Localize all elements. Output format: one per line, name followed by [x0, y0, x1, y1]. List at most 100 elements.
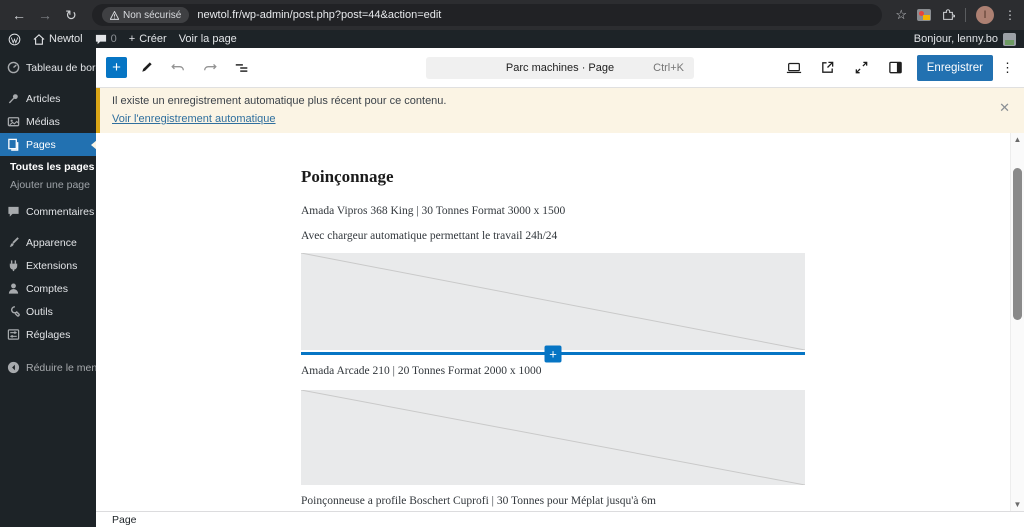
content-paragraph[interactable]: Avec chargeur automatique permettant le … [301, 230, 805, 243]
browser-toolbar: ← → ↻ Non sécurisé newtol.fr/wp-admin/po… [0, 0, 1024, 30]
submenu-item-all-pages[interactable]: Toutes les pages [0, 158, 96, 176]
sidebar-item-dashboard[interactable]: Tableau de bord [0, 56, 101, 79]
howdy-greeting[interactable]: Bonjour, lenny.bo [914, 33, 998, 45]
block-insertion-indicator: + [301, 345, 805, 362]
wp-logo[interactable] [8, 33, 21, 46]
divider [965, 8, 966, 22]
content-paragraph[interactable]: Amada Vipros 368 King | 30 Tonnes Format… [301, 205, 805, 218]
editor-header: + Parc machines · Page Ctrl+K Enregistre… [96, 48, 1024, 88]
home-icon [33, 33, 45, 45]
sidebar-item-label: Comptes [26, 282, 69, 295]
browser-reload-button[interactable]: ↻ [60, 4, 82, 26]
sidebar-item-comments[interactable]: Commentaires [0, 200, 96, 223]
tools-icon [7, 305, 20, 318]
view-post-external-icon[interactable] [815, 55, 841, 81]
brush-icon [7, 236, 20, 249]
redo-button[interactable] [197, 55, 223, 81]
sidebar-item-label: Apparence [26, 236, 77, 249]
site-link[interactable]: Newtol [33, 33, 83, 45]
content-paragraph[interactable]: Poinçonneuse a profile Boschert Cuprofi … [301, 495, 805, 508]
vertical-scrollbar[interactable]: ▲ ▼ [1010, 133, 1024, 511]
comment-bubble-icon [95, 34, 106, 44]
broken-image-placeholder[interactable] [301, 253, 805, 350]
user-avatar[interactable] [1003, 32, 1016, 46]
wp-admin-sidebar: Tableau de bord Articles Médias Pages To… [0, 48, 103, 527]
browser-back-button[interactable]: ← [8, 4, 30, 26]
scrollbar-thumb[interactable] [1013, 168, 1022, 320]
sidebar-item-tools[interactable]: Outils [0, 300, 96, 323]
photos-extension-icon[interactable] [917, 9, 931, 21]
sidebar-item-label: Extensions [26, 259, 78, 272]
scroll-up-arrow[interactable]: ▲ [1014, 135, 1022, 144]
content-paragraph[interactable]: Amada Arcade 210 | 20 Tonnes Format 2000… [301, 365, 805, 378]
sidebar-item-settings[interactable]: Réglages [0, 323, 96, 346]
collapse-menu-button[interactable]: Réduire le menu [0, 356, 103, 379]
broken-image-diagonal [301, 390, 805, 485]
comments-count: 0 [110, 33, 117, 45]
edit-mode-pencil-icon[interactable] [133, 55, 159, 81]
sidebar-separator [0, 223, 96, 231]
sidebar-item-articles[interactable]: Articles [0, 87, 96, 110]
editor-footer: Page [96, 511, 1024, 527]
sidebar-item-appearance[interactable]: Apparence [0, 231, 96, 254]
options-menu-icon[interactable]: ⋮ [1001, 60, 1014, 76]
plus-icon: + [128, 33, 136, 45]
security-label: Non sécurisé [123, 9, 182, 21]
plugin-icon [7, 259, 20, 272]
sidebar-item-label: Commentaires [26, 205, 95, 218]
bookmark-star-icon[interactable]: ☆ [895, 7, 907, 23]
post-content: Poinçonnage Amada Vipros 368 King | 30 T… [301, 133, 805, 508]
pages-icon [7, 138, 20, 151]
browser-menu-icon[interactable]: ⋮ [1004, 8, 1016, 22]
settings-sidebar-toggle[interactable] [883, 55, 909, 81]
browser-profile-avatar[interactable]: l [976, 6, 994, 24]
address-bar[interactable]: Non sécurisé newtol.fr/wp-admin/post.php… [92, 4, 882, 26]
content-heading[interactable]: Poinçonnage [301, 167, 805, 187]
close-icon[interactable]: ✕ [999, 100, 1010, 116]
media-icon [7, 115, 20, 128]
sidebar-item-pages[interactable]: Pages [0, 133, 97, 156]
extensions-puzzle-icon[interactable] [941, 8, 955, 22]
breadcrumb[interactable]: Page [112, 514, 137, 526]
pushpin-icon [7, 92, 20, 105]
comments-icon [7, 205, 20, 218]
scroll-down-arrow[interactable]: ▼ [1014, 500, 1022, 509]
inline-inserter-button[interactable]: + [544, 345, 562, 362]
new-content-button[interactable]: + Créer [129, 33, 167, 45]
dashboard-icon [7, 61, 20, 74]
sidebar-item-accounts[interactable]: Comptes [0, 277, 96, 300]
fullscreen-button[interactable] [849, 55, 875, 81]
site-name: Newtol [49, 33, 83, 45]
broken-image-diagonal [301, 253, 805, 350]
sidebar-separator [0, 79, 96, 87]
security-badge[interactable]: Non sécurisé [102, 7, 190, 23]
view-page-link[interactable]: Voir la page [179, 33, 237, 45]
comments-shortcut[interactable]: 0 [95, 33, 117, 45]
wp-admin-bar: Newtol 0 + Créer Voir la page Bonjour, l… [0, 30, 1024, 48]
create-label: Créer [139, 33, 167, 45]
sidebar-item-label: Réglages [26, 328, 71, 341]
notice-message: Il existe un enregistrement automatique … [112, 95, 447, 107]
autosave-notice: Il existe un enregistrement automatique … [96, 88, 1024, 133]
collapse-menu-label: Réduire le menu [26, 361, 104, 374]
settings-icon [7, 328, 20, 341]
view-autosave-link[interactable]: Voir l'enregistrement automatique [112, 113, 276, 125]
block-inserter-button[interactable]: + [106, 57, 127, 78]
wordpress-logo-icon [8, 33, 21, 45]
preview-device-button[interactable] [781, 55, 807, 81]
collapse-arrow-icon [7, 361, 20, 374]
editor-canvas[interactable]: Poinçonnage Amada Vipros 368 King | 30 T… [96, 133, 1024, 511]
sidebar-item-label: Articles [26, 92, 61, 105]
sidebar-item-medias[interactable]: Médias [0, 110, 96, 133]
sidebar-item-extensions[interactable]: Extensions [0, 254, 96, 277]
warning-icon [110, 10, 119, 20]
users-icon [7, 282, 20, 295]
submenu-item-add-page[interactable]: Ajouter une page [0, 176, 96, 194]
browser-forward-button[interactable]: → [34, 4, 56, 26]
list-view-button[interactable] [229, 55, 255, 81]
document-title-bar[interactable]: Parc machines · Page Ctrl+K [426, 57, 694, 79]
sidebar-item-label: Outils [26, 305, 53, 318]
save-button[interactable]: Enregistrer [916, 54, 993, 81]
broken-image-placeholder[interactable] [301, 390, 805, 485]
undo-button[interactable] [165, 55, 191, 81]
